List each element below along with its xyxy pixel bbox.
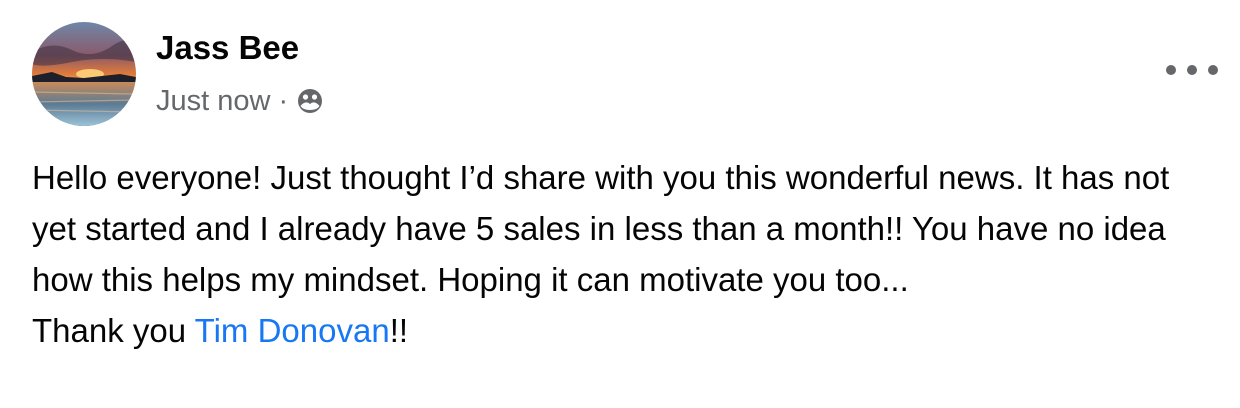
post-card: Jass Bee Just now · Hello everyone! Just… — [0, 0, 1240, 408]
thanks-prefix: Thank you — [32, 312, 195, 349]
avatar[interactable] — [32, 22, 136, 126]
post-body: Hello everyone! Just thought I’d share w… — [32, 152, 1222, 356]
post-timestamp[interactable]: Just now — [156, 85, 270, 118]
post-thanks-line: Thank you Tim Donovan!! — [32, 305, 1222, 356]
friends-icon[interactable] — [296, 87, 324, 115]
more-options-icon[interactable] — [1166, 56, 1218, 84]
post-meta: Just now · — [156, 82, 324, 120]
thanks-suffix: !! — [389, 312, 409, 349]
author-name[interactable]: Jass Bee — [156, 28, 299, 68]
meta-separator: · — [278, 84, 289, 117]
dot — [1208, 65, 1218, 75]
dot — [1187, 65, 1197, 75]
post-paragraph: Hello everyone! Just thought I’d share w… — [32, 159, 1170, 298]
mention-link[interactable]: Tim Donovan — [195, 312, 390, 349]
dot — [1166, 65, 1176, 75]
sunset-photo — [32, 22, 136, 126]
